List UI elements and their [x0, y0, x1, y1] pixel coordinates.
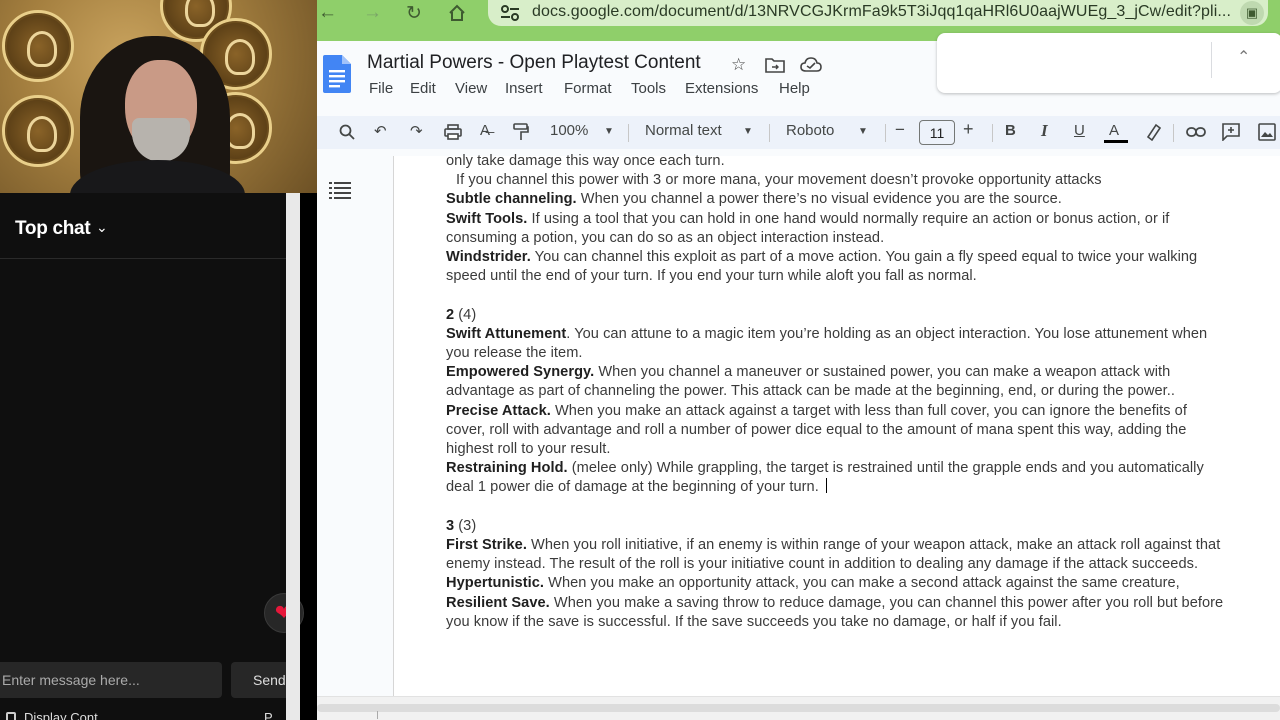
entry-first-strike: First Strike. When you roll initiative, … [446, 537, 1221, 573]
chevron-down-icon[interactable]: ⌄ [96, 219, 108, 236]
home-icon[interactable] [448, 4, 466, 22]
document-page[interactable]: only take damage this way once each turn… [393, 153, 1280, 696]
section-heading-3: 3 (3) [446, 517, 477, 534]
star-icon[interactable]: ☆ [731, 55, 746, 75]
font-family-select[interactable]: Roboto [786, 122, 834, 139]
scrollbar-thumb[interactable] [317, 704, 1280, 712]
section-heading-2: 2 (4) [446, 306, 477, 323]
highlight-color-icon[interactable] [1145, 123, 1161, 141]
move-folder-icon[interactable] [765, 57, 785, 73]
menu-help[interactable]: Help [779, 80, 810, 97]
text-cursor [825, 478, 827, 494]
decrease-font-size-button[interactable]: − [895, 120, 905, 140]
emblem-fist [2, 95, 74, 167]
display-content-label: Display Cont [24, 710, 98, 720]
entry-resilient-save: Resilient Save. When you make a saving t… [446, 594, 1224, 630]
entry-subtle-channeling: Subtle channeling. When you channel a po… [446, 191, 1062, 208]
emblem-tree [2, 10, 74, 82]
cloud-status-icon[interactable] [800, 57, 822, 73]
entry-precise-attack: Precise Attack. When you make an attack … [446, 402, 1187, 458]
menu-edit[interactable]: Edit [410, 80, 436, 97]
footer-right-label: P [264, 710, 273, 720]
underline-button[interactable]: U [1074, 122, 1085, 139]
window-divider [286, 193, 300, 720]
streamer [70, 30, 245, 193]
paragraph: If you channel this power with 3 or more… [456, 172, 1102, 189]
entry-swift-attunement: Swift Attunement. You can attune to a ma… [446, 325, 1208, 362]
italic-button[interactable]: I [1041, 121, 1048, 141]
collapse-chevron-icon[interactable]: ⌃ [1237, 47, 1250, 67]
paint-format-icon[interactable] [513, 123, 529, 141]
increase-font-size-button[interactable]: + [963, 119, 974, 140]
text-color-button[interactable]: A [1109, 122, 1119, 139]
paragraph-style-select[interactable]: Normal text [645, 122, 722, 139]
checkbox-icon[interactable] [6, 712, 16, 720]
editing-toolbar: ↶ ↷ A̶ 100% ▼ Normal text ▼ Roboto ▼ − 1… [317, 116, 1280, 149]
zoom-select[interactable]: 100% [550, 122, 588, 139]
chat-footer: Display Cont P [0, 708, 286, 720]
google-lens-icon[interactable]: ▣ [1240, 1, 1264, 25]
spellcheck-icon[interactable]: A̶ [480, 122, 490, 139]
entry-empowered-synergy: Empowered Synergy. When you channel a ma… [446, 364, 1175, 400]
redo-icon[interactable]: ↷ [410, 122, 423, 140]
chat-message-input[interactable] [0, 662, 222, 698]
entry-restraining-hold: Restraining Hold. (melee only) While gra… [446, 460, 1204, 496]
webcam-feed [0, 0, 317, 193]
menu-tools[interactable]: Tools [631, 80, 666, 97]
docs-logo-icon[interactable] [323, 55, 351, 93]
bold-button[interactable]: B [1005, 122, 1016, 139]
url-text: docs.google.com/document/d/13NRVCGJKrmFa… [532, 3, 1232, 20]
print-icon[interactable] [444, 124, 462, 140]
menu-view[interactable]: View [455, 80, 487, 97]
menu-format[interactable]: Format [564, 80, 612, 97]
menu-extensions[interactable]: Extensions [685, 80, 758, 97]
chat-header: Top chat ⌄ [0, 193, 286, 259]
send-button[interactable]: Send [231, 662, 286, 698]
chevron-down-icon[interactable]: ▼ [604, 126, 614, 137]
font-size-input[interactable]: 11 [919, 120, 955, 145]
search-icon[interactable] [339, 124, 355, 140]
text-color-swatch [1104, 140, 1128, 143]
address-bar[interactable]: docs.google.com/document/d/13NRVCGJKrmFa… [488, 0, 1268, 26]
document-body[interactable]: only take damage this way once each turn… [446, 152, 1226, 632]
insert-image-icon[interactable] [1258, 123, 1276, 141]
google-docs-app: Martial Powers - Open Playtest Content ☆… [317, 33, 1280, 720]
chat-message-input-wrapper [0, 662, 222, 698]
back-arrow-icon[interactable]: ← [318, 2, 337, 24]
entry-windstrider: Windstrider. You can channel this exploi… [446, 249, 1198, 285]
undo-icon[interactable]: ↶ [374, 122, 387, 140]
notification-popup: ⌃ [937, 33, 1280, 93]
paragraph: only take damage this way once each turn… [446, 153, 725, 169]
insert-link-icon[interactable] [1186, 126, 1206, 138]
entry-swift-tools: Swift Tools. If using a tool that you ca… [446, 210, 1170, 246]
entry-hypertunistic: Hypertunistic. When you make an opportun… [446, 575, 1180, 592]
chevron-down-icon[interactable]: ▼ [858, 126, 868, 137]
live-chat-panel: Top chat ⌄ ❤ Send Display Cont P [0, 193, 304, 720]
chevron-down-icon[interactable]: ▼ [743, 126, 753, 137]
document-outline-icon[interactable] [329, 181, 351, 199]
insert-comment-icon[interactable] [1222, 123, 1240, 141]
menu-file[interactable]: File [369, 80, 393, 97]
site-info-icon[interactable] [500, 4, 520, 22]
forward-arrow-icon[interactable]: → [363, 2, 382, 24]
horizontal-scrollbar[interactable] [317, 696, 1280, 720]
reload-icon[interactable]: ↻ [406, 2, 422, 25]
top-chat-selector[interactable]: Top chat [15, 218, 91, 240]
menu-insert[interactable]: Insert [505, 80, 543, 97]
document-title[interactable]: Martial Powers - Open Playtest Content [367, 52, 701, 74]
